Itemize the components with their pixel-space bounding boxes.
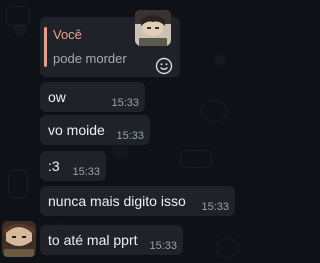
contact-avatar[interactable]	[135, 10, 171, 46]
message-time: 15:33	[111, 97, 139, 109]
message-text: vo moide	[48, 122, 105, 138]
wallpaper-doodle	[180, 150, 212, 168]
reply-quote-bar	[44, 27, 47, 67]
message-bubble[interactable]: to até mal pprt 15:33	[40, 225, 183, 255]
wallpaper-doodle	[8, 170, 28, 198]
message-time: 15:33	[149, 240, 177, 252]
wallpaper-doodle	[200, 100, 228, 122]
message-bubble[interactable]: vo moide 15:33	[40, 115, 150, 145]
message-bubble[interactable]: :3 15:33	[40, 151, 106, 181]
wallpaper-doodle	[215, 238, 239, 258]
wallpaper-doodle	[6, 6, 30, 26]
message-bubble[interactable]: nunca mais digito isso 15:33	[40, 186, 235, 216]
contact-avatar[interactable]	[2, 221, 36, 257]
message-text: ow	[48, 89, 66, 105]
message-time: 15:33	[201, 201, 229, 213]
reply-quote-author: Você	[53, 27, 82, 42]
message-text: nunca mais digito isso	[48, 193, 186, 209]
message-text: :3	[48, 158, 60, 174]
smiley-icon[interactable]	[155, 57, 173, 75]
message-time: 15:33	[72, 166, 100, 178]
message-time: 15:33	[116, 130, 144, 142]
message-bubble[interactable]: ow 15:33	[40, 82, 145, 112]
reply-quote-text: pode morder	[53, 51, 127, 66]
message-text: to até mal pprt	[48, 232, 138, 248]
